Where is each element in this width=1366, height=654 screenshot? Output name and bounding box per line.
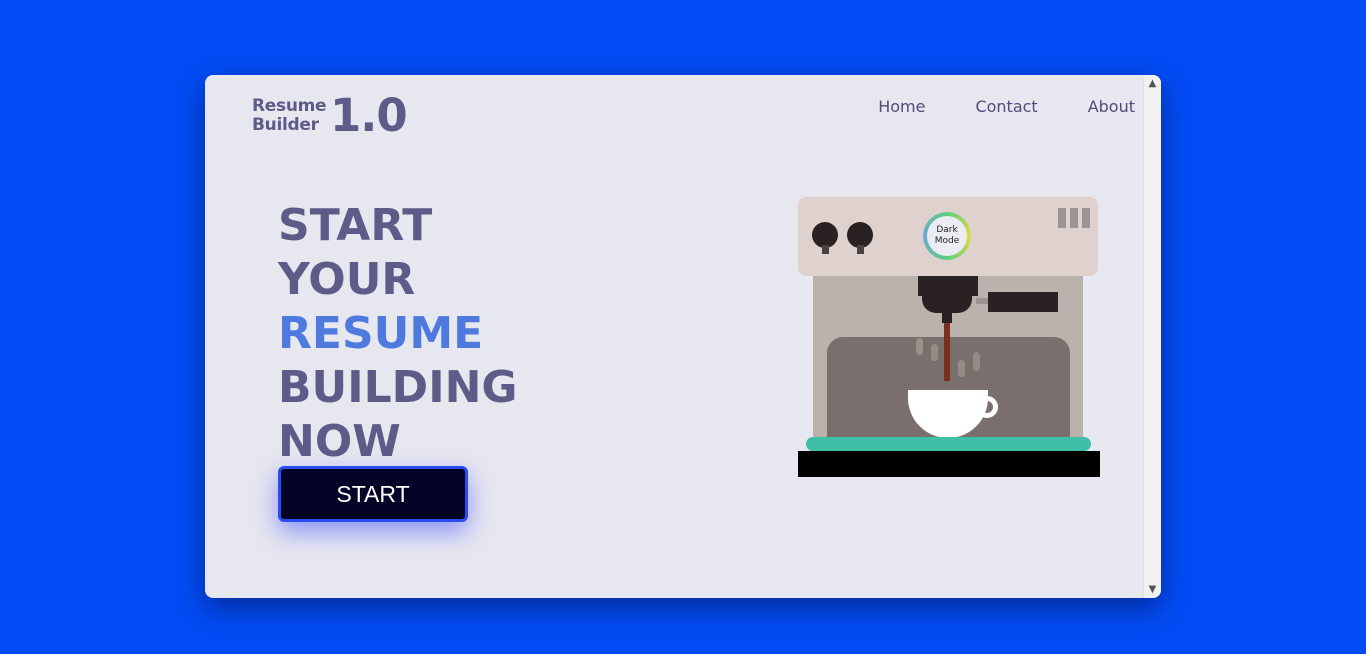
machine-base	[798, 451, 1100, 477]
coffee-stream	[944, 323, 950, 381]
machine-portafilter	[922, 293, 972, 313]
steam-icon	[931, 344, 938, 361]
nav-about-link[interactable]: About	[1088, 97, 1135, 117]
hero-line-2: YOUR	[278, 254, 416, 305]
coffee-machine-illustration: Dark Mode	[798, 197, 1100, 477]
hero-line-accent: RESUME	[278, 308, 484, 359]
steam-icon	[973, 352, 980, 371]
hero-line-4: BUILDING	[278, 362, 518, 413]
hero-line-5: NOW	[278, 416, 401, 467]
machine-handle-link	[976, 298, 988, 304]
logo-line-2: Builder	[252, 115, 319, 135]
steam-icon	[916, 338, 923, 355]
logo-wordmark: Resume Builder	[252, 96, 327, 135]
chevron-down-icon[interactable]: ▼	[1144, 581, 1161, 598]
machine-nozzle	[942, 313, 952, 323]
machine-drip-tray	[806, 437, 1091, 451]
hero-line-1: START	[278, 200, 433, 251]
machine-handle	[988, 292, 1058, 312]
vertical-scrollbar[interactable]: ▲ ▼	[1143, 75, 1161, 598]
dark-mode-label-line-1: Dark	[936, 225, 958, 235]
cup-handle	[976, 396, 998, 418]
start-button[interactable]: START	[278, 466, 468, 522]
logo-line-1: Resume	[252, 96, 327, 116]
vent-icon	[1082, 208, 1090, 228]
app-window: Resume Builder 1.0 Home Contact About ST…	[205, 75, 1161, 598]
logo-version: 1.0	[330, 89, 408, 142]
vent-icon	[1070, 208, 1078, 228]
machine-knob-stem-left	[822, 245, 829, 254]
nav-contact-link[interactable]: Contact	[975, 97, 1037, 117]
hero-heading: START YOUR RESUME BUILDING NOW	[278, 199, 518, 469]
main-nav: Home Contact About	[828, 97, 1135, 117]
steam-icon	[958, 360, 965, 377]
dark-mode-toggle[interactable]: Dark Mode	[923, 212, 971, 260]
vent-icon	[1058, 208, 1066, 228]
chevron-up-icon[interactable]: ▲	[1144, 75, 1161, 92]
dark-mode-label-line-2: Mode	[934, 236, 960, 246]
machine-knob-stem-right	[857, 245, 864, 254]
machine-vents	[1058, 208, 1090, 228]
nav-home-link[interactable]: Home	[878, 97, 925, 117]
dark-mode-label: Dark Mode	[927, 216, 967, 256]
